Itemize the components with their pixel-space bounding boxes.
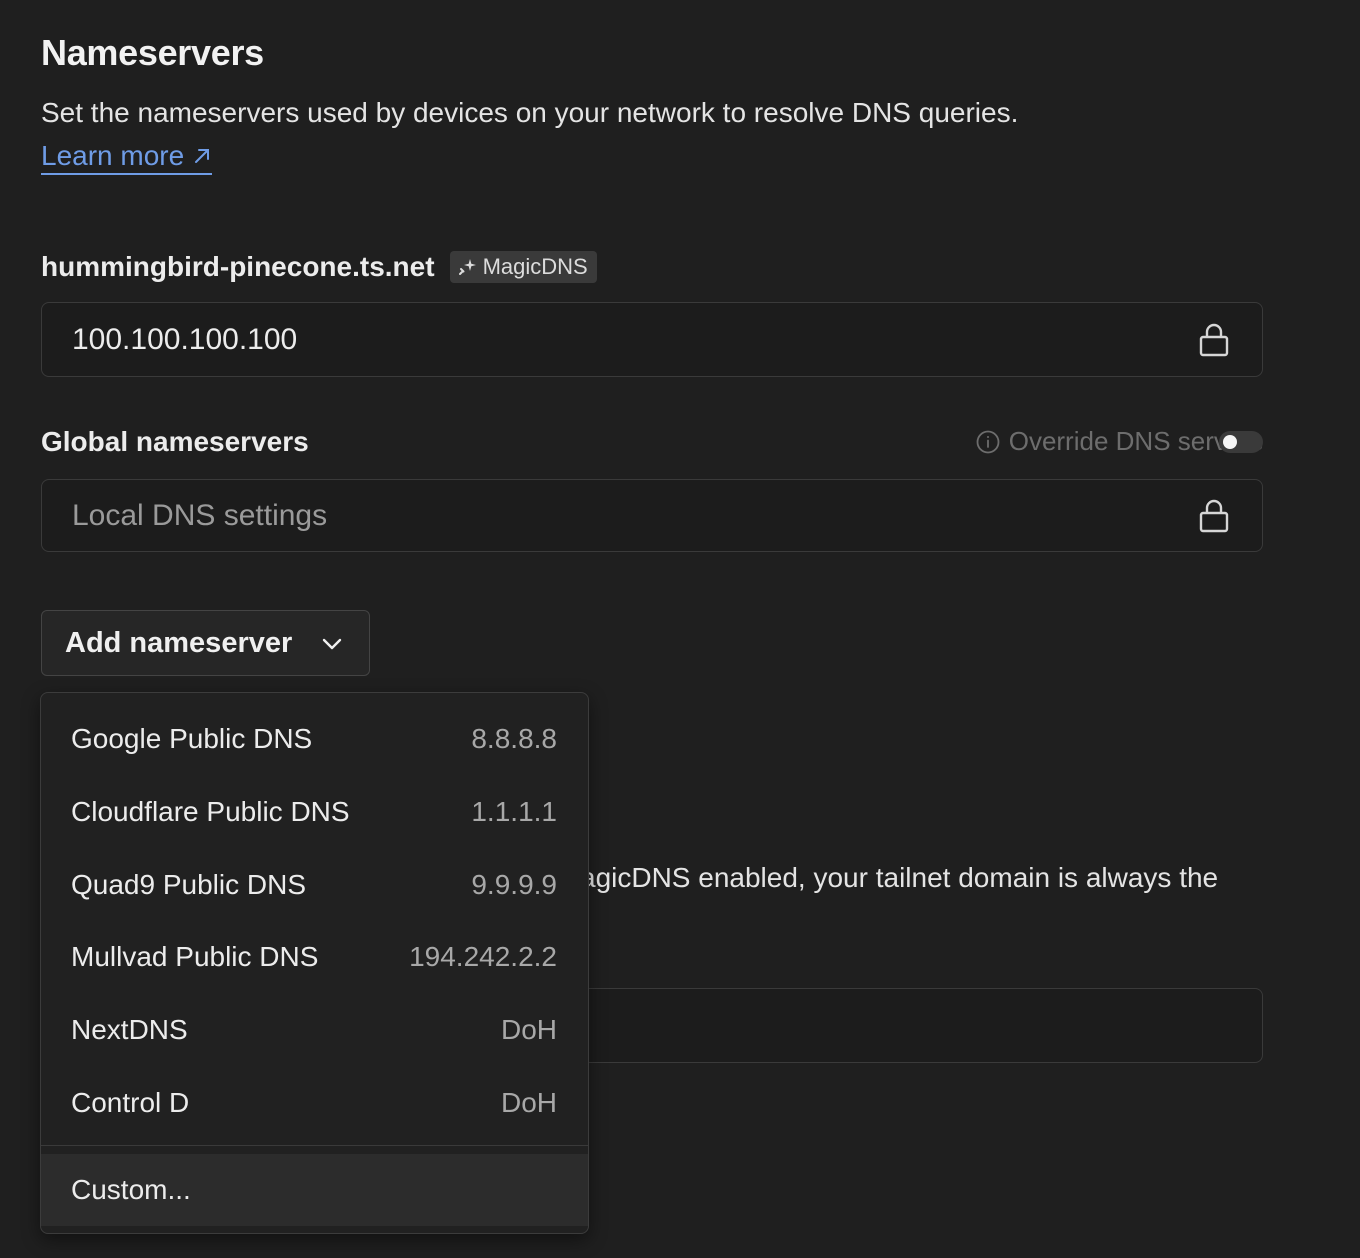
- sparkle-icon: [458, 259, 476, 275]
- menu-item-name: Mullvad Public DNS: [71, 940, 319, 972]
- menu-item-name: NextDNS: [71, 1013, 188, 1045]
- lock-icon: [1199, 323, 1229, 356]
- magicdns-badge: MagicDNS: [449, 251, 597, 283]
- menu-item-value: DoH: [500, 1086, 557, 1118]
- chevron-down-icon: [322, 638, 342, 650]
- menu-item-value: 8.8.8.8: [471, 722, 557, 754]
- override-dns-toggle[interactable]: [1219, 431, 1263, 453]
- search-domain-field: [560, 988, 1263, 1063]
- magicdns-header: hummingbird-pinecone.ts.net MagicDNS: [41, 250, 597, 284]
- learn-more-link[interactable]: Learn more: [41, 140, 213, 175]
- menu-item-name: Quad9 Public DNS: [71, 868, 307, 900]
- learn-more-label: Learn more: [41, 140, 185, 171]
- menu-item-name: Cloudflare Public DNS: [71, 795, 350, 827]
- menu-item-value: DoH: [500, 1013, 557, 1045]
- add-nameserver-label: Add nameserver: [65, 626, 293, 659]
- magicdns-address: 100.100.100.100: [72, 322, 298, 356]
- menu-item-value: 1.1.1.1: [471, 795, 557, 827]
- section-title: Nameservers: [41, 32, 264, 73]
- nameserver-dropdown-menu: Google Public DNS 8.8.8.8 Cloudflare Pub…: [40, 692, 589, 1234]
- lock-icon: [1199, 499, 1229, 532]
- menu-item-value: 9.9.9.9: [471, 868, 557, 900]
- menu-item-controld[interactable]: Control D DoH: [41, 1066, 588, 1139]
- global-nameservers-label: Global nameservers: [41, 426, 309, 457]
- add-nameserver-button[interactable]: Add nameserver: [41, 610, 370, 676]
- magicdns-address-field: 100.100.100.100: [41, 302, 1263, 377]
- local-dns-settings: Local DNS settings: [72, 498, 328, 532]
- menu-item-name: Google Public DNS: [71, 722, 313, 754]
- menu-item-mullvad[interactable]: Mullvad Public DNS 194.242.2.2: [41, 920, 588, 993]
- menu-item-value: 194.242.2.2: [409, 940, 557, 972]
- menu-item-custom[interactable]: Custom...: [41, 1154, 588, 1226]
- magicdns-badge-label: MagicDNS: [482, 254, 588, 279]
- menu-item-cloudflare[interactable]: Cloudflare Public DNS 1.1.1.1: [41, 775, 588, 848]
- menu-item-name: Custom...: [71, 1174, 191, 1205]
- menu-item-quad9[interactable]: Quad9 Public DNS 9.9.9.9: [41, 848, 588, 921]
- toggle-knob: [1223, 435, 1237, 449]
- menu-item-name: Control D: [71, 1086, 190, 1118]
- external-arrow-icon: [195, 149, 210, 163]
- global-nameservers-field: Local DNS settings: [41, 479, 1263, 552]
- tailnet-domain: hummingbird-pinecone.ts.net: [41, 251, 435, 282]
- info-icon: [976, 430, 1000, 453]
- menu-item-nextdns[interactable]: NextDNS DoH: [41, 993, 588, 1066]
- search-domains-description: agicDNS enabled, your tailnet domain is …: [580, 862, 1219, 893]
- dns-settings-page: Nameservers Set the nameservers used by …: [0, 0, 1360, 1258]
- section-description: Set the nameservers used by devices on y…: [41, 97, 1019, 128]
- menu-item-google[interactable]: Google Public DNS 8.8.8.8: [41, 702, 588, 775]
- menu-divider: [41, 1145, 588, 1146]
